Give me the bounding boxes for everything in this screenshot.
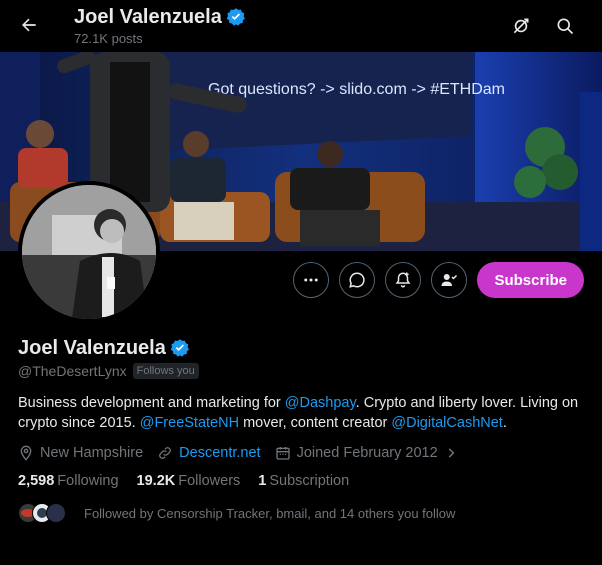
bio-link-digitalcashnet[interactable]: @DigitalCashNet bbox=[391, 415, 502, 431]
profile-actions: Subscribe bbox=[293, 262, 584, 298]
bio-link-dashpay[interactable]: @Dashpay bbox=[285, 395, 356, 411]
location-item: New Hampshire bbox=[18, 445, 143, 461]
followers-stat[interactable]: 19.2K Followers bbox=[137, 473, 241, 489]
bio-text: Business development and marketing for bbox=[18, 395, 285, 411]
following-label: Following bbox=[57, 473, 119, 489]
followed-by-text: Followed by Censorship Tracker, bmail, a… bbox=[84, 505, 456, 521]
subscription-count: 1 bbox=[258, 473, 267, 489]
following-count: 2,598 bbox=[18, 473, 55, 489]
header-posts-count: 72.1K posts bbox=[74, 31, 143, 46]
message-button[interactable] bbox=[339, 262, 376, 298]
bio-text: . bbox=[502, 415, 507, 431]
verified-badge-icon bbox=[226, 8, 245, 26]
profile-stats: 2,598 Following 19.2K Followers 1 Subscript… bbox=[18, 473, 584, 489]
joined-text: Joined February 2012 bbox=[296, 445, 438, 461]
following-stat[interactable]: 2,598 Following bbox=[18, 473, 119, 489]
followed-by-avatars bbox=[18, 503, 66, 523]
profile-meta: New Hampshire Descentr.net Joined Februa… bbox=[18, 445, 584, 461]
profile-avatar[interactable] bbox=[18, 181, 160, 323]
verified-badge-icon[interactable] bbox=[170, 338, 190, 358]
more-dots-icon bbox=[304, 278, 319, 282]
bio-link-freestatenh[interactable]: @FreeStateNH bbox=[140, 415, 239, 431]
profile-name-row: Joel Valenzuela bbox=[18, 336, 584, 360]
followed-by-row[interactable]: Followed by Censorship Tracker, bmail, a… bbox=[18, 503, 584, 523]
chevron-right-icon bbox=[448, 448, 455, 458]
bell-plus-icon bbox=[396, 272, 411, 288]
notify-button[interactable] bbox=[385, 262, 422, 298]
joined-item[interactable]: Joined February 2012 bbox=[275, 445, 458, 461]
search-button[interactable] bbox=[549, 10, 581, 42]
banner-slide-text: Got questions? -> slido.com -> #ETHDam bbox=[208, 81, 505, 98]
message-icon bbox=[349, 272, 366, 288]
subscribe-button[interactable]: Subscribe bbox=[477, 262, 584, 298]
follows-you-badge: Follows you bbox=[132, 363, 199, 379]
followers-count: 19.2K bbox=[136, 473, 176, 489]
mini-avatar bbox=[46, 503, 66, 523]
person-check-icon bbox=[441, 274, 458, 286]
followers-label: Followers bbox=[178, 473, 241, 489]
top-bar: Joel Valenzuela 72.1K posts bbox=[0, 0, 602, 52]
subscription-label: Subscription bbox=[269, 473, 350, 489]
website-item: Descentr.net bbox=[157, 445, 261, 461]
hide-replies-button[interactable] bbox=[505, 10, 537, 42]
link-icon bbox=[159, 447, 172, 459]
profile-handle: @TheDesertLynx bbox=[18, 363, 127, 379]
calendar-icon bbox=[275, 447, 290, 460]
back-button[interactable] bbox=[12, 8, 46, 42]
bio-text: mover, content creator bbox=[239, 415, 392, 431]
search-icon bbox=[557, 18, 574, 35]
profile-name: Joel Valenzuela bbox=[18, 337, 166, 359]
location-text: New Hampshire bbox=[40, 445, 144, 461]
profile-info: Joel Valenzuela @TheDesertLynx Follows y… bbox=[18, 336, 584, 523]
more-button[interactable] bbox=[293, 262, 330, 298]
following-button[interactable] bbox=[431, 262, 468, 298]
header-name: Joel Valenzuela bbox=[74, 6, 222, 28]
location-pin-icon bbox=[20, 445, 32, 461]
hide-replies-icon bbox=[513, 18, 529, 34]
website-link[interactable]: Descentr.net bbox=[179, 445, 260, 461]
profile-bio: Business development and marketing for @… bbox=[18, 393, 584, 433]
arrow-left-icon bbox=[22, 18, 36, 32]
avatar-photo bbox=[22, 185, 156, 319]
subscription-stat[interactable]: 1 Subscription bbox=[258, 473, 349, 489]
header-name-row: Joel Valenzuela bbox=[74, 5, 246, 29]
